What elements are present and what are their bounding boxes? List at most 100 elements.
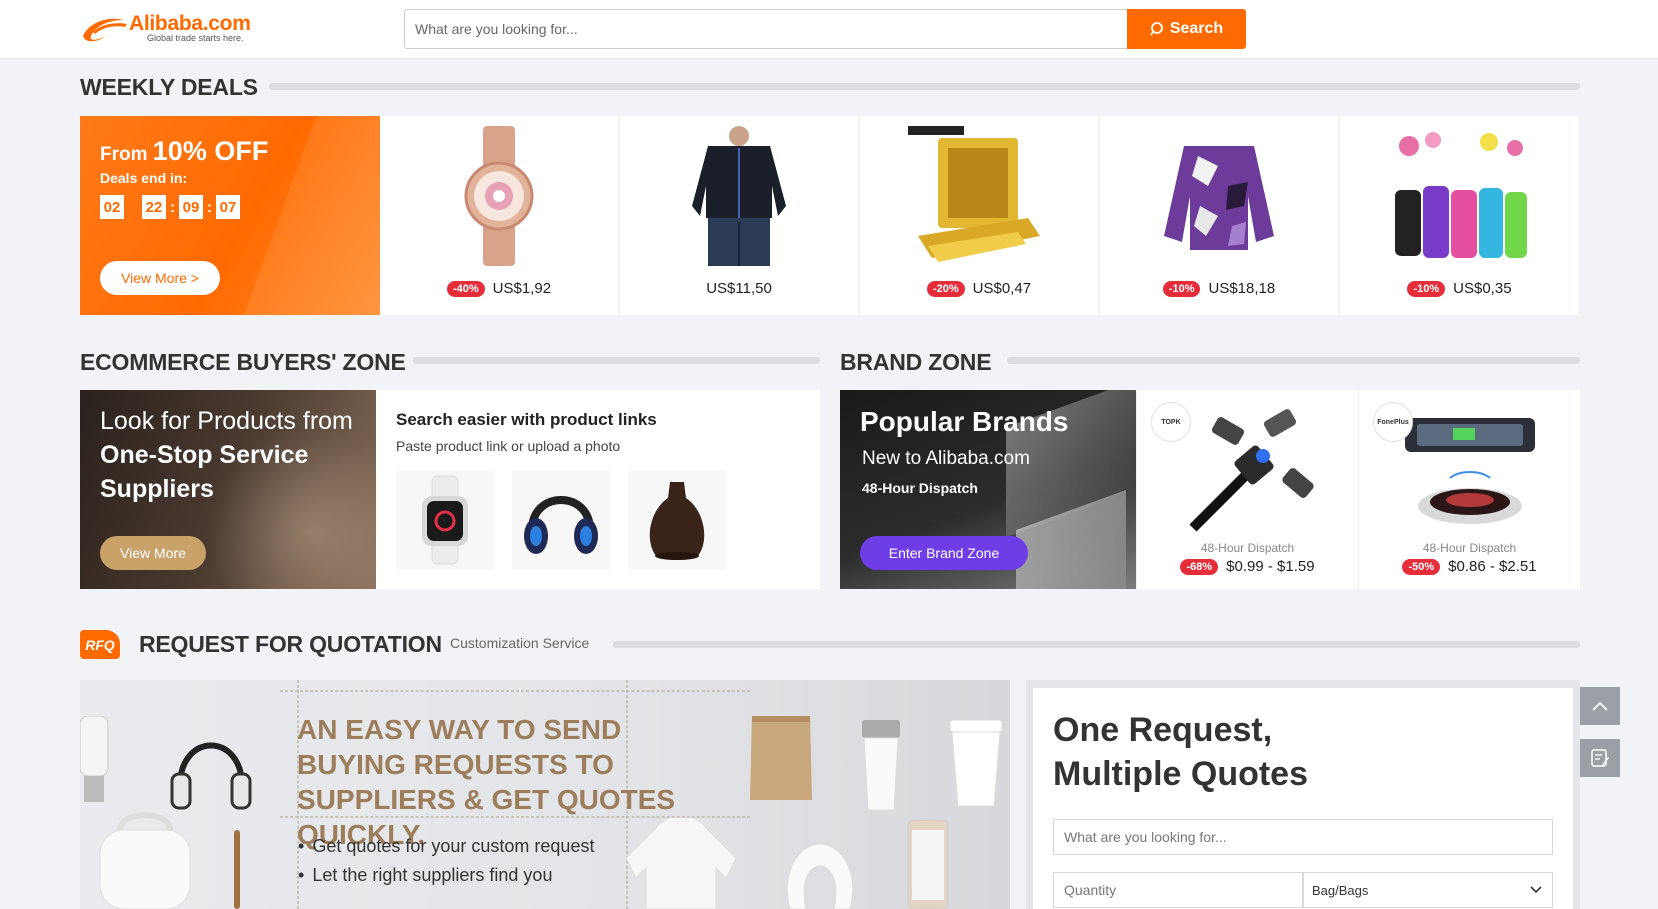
brand-product-card[interactable]: FonePlus 48-Hour Dispatch -50% $0.86 - $… bbox=[1358, 390, 1580, 589]
brand-hero-subtitle: New to Alibaba.com bbox=[862, 448, 1030, 469]
diffuser-thumbnail[interactable] bbox=[628, 470, 726, 570]
search-button[interactable]: Search bbox=[1127, 9, 1246, 49]
tumbler-product-image bbox=[862, 720, 900, 811]
feedback-button[interactable] bbox=[1580, 739, 1620, 777]
ecommerce-hero-line3: Suppliers bbox=[100, 475, 214, 503]
product-price-row: -50% $0.86 - $2.51 bbox=[1359, 558, 1580, 575]
product-price: $0.99 - $1.59 bbox=[1226, 558, 1315, 575]
magnetic-cable-product-image bbox=[1189, 409, 1314, 532]
smartwatch-icon bbox=[422, 475, 468, 565]
rfq-unit-selected: Bag/Bags bbox=[1312, 882, 1369, 898]
rfq-title: REQUEST FOR QUOTATION bbox=[139, 631, 442, 657]
backpack-product-image bbox=[99, 812, 191, 909]
rfq-subtitle[interactable]: Customization Service bbox=[450, 635, 589, 651]
headset-thumbnail[interactable] bbox=[512, 470, 610, 570]
chevron-down-icon bbox=[1530, 886, 1542, 894]
search-input[interactable] bbox=[404, 9, 1127, 49]
chevron-up-icon bbox=[1592, 701, 1608, 711]
bulb-product-image bbox=[80, 716, 109, 802]
deal-price-row: -40% US$1,92 bbox=[380, 280, 618, 297]
deal-price-row: -10% US$18,18 bbox=[1100, 280, 1338, 297]
timer-colon: : bbox=[170, 198, 175, 216]
towels-product-image bbox=[1394, 132, 1527, 258]
rfq-quantity-input[interactable] bbox=[1053, 872, 1303, 908]
rfq-form: One Request, Multiple Quotes Bag/Bags bbox=[1033, 688, 1573, 909]
brand-zone-title: BRAND ZONE bbox=[840, 349, 992, 375]
rfq-banner[interactable]: AN EASY WAY TO SEND BUYING REQUESTS TO S… bbox=[80, 680, 1010, 909]
countdown-timer: 02 22 : 09 : 07 bbox=[100, 195, 240, 219]
search-bar: Search bbox=[404, 9, 1246, 49]
discount-badge: -50% bbox=[1402, 558, 1441, 575]
weekly-deals-title: WEEKLY DEALS bbox=[80, 74, 258, 100]
product-link-search-panel[interactable]: Search easier with product links Paste p… bbox=[376, 390, 820, 589]
rfq-bullet: Let the right suppliers find you bbox=[298, 865, 552, 886]
deal-card-towels[interactable]: -10% US$0,35 bbox=[1340, 116, 1580, 315]
deal-card-jacket[interactable]: US$11,50 bbox=[620, 116, 859, 315]
deal-price-row: -20% US$0,47 bbox=[860, 280, 1098, 297]
discount-badge: -40% bbox=[446, 280, 485, 297]
brand-hero-dispatch: 48-Hour Dispatch bbox=[862, 480, 978, 496]
rfq-unit-select[interactable]: Bag/Bags bbox=[1303, 872, 1553, 908]
section-divider bbox=[269, 83, 1580, 90]
timer-minutes: 09 bbox=[179, 195, 203, 219]
rfq-product-input[interactable] bbox=[1053, 819, 1553, 855]
promo-headline: From 10% OFF bbox=[100, 136, 268, 167]
deal-card-camo-jacket[interactable]: -10% US$18,18 bbox=[1100, 116, 1339, 315]
foneplus-brand-logo: FonePlus bbox=[1373, 402, 1413, 442]
timer-colon: : bbox=[207, 198, 212, 216]
deals-end-label: Deals end in: bbox=[100, 170, 188, 186]
deal-card-gold-bar[interactable]: -20% US$0,47 bbox=[860, 116, 1099, 315]
rfq-form-heading: One Request, Multiple Quotes bbox=[1053, 708, 1308, 796]
deal-price: US$18,18 bbox=[1208, 280, 1276, 297]
ecommerce-zone-title: ECOMMERCE BUYERS' ZONE bbox=[80, 349, 406, 375]
rfq-icon: RFQ bbox=[80, 630, 120, 659]
deal-price: US$11,50 bbox=[706, 280, 772, 297]
weekly-deals-promo[interactable]: From 10% OFF Deals end in: 02 22 : 09 : … bbox=[80, 116, 380, 315]
logo-tagline: Global trade starts here. bbox=[147, 33, 244, 43]
panel-heading: Search easier with product links bbox=[396, 410, 657, 429]
banner-guide-line bbox=[280, 690, 750, 692]
pouch-product-image bbox=[750, 716, 812, 800]
promo-from-label: From bbox=[100, 144, 148, 165]
headset-icon bbox=[524, 496, 598, 554]
top-header: Alibaba.com Global trade starts here. Se… bbox=[0, 0, 1658, 59]
deal-price: US$1,92 bbox=[492, 280, 552, 297]
ecommerce-view-more-button[interactable]: View More bbox=[100, 536, 206, 570]
section-divider bbox=[613, 641, 1580, 648]
camo-jacket-product-image bbox=[1164, 146, 1274, 250]
edit-icon bbox=[1591, 749, 1609, 767]
headphones-product-image bbox=[170, 742, 252, 810]
topk-brand-logo: TOPK bbox=[1151, 402, 1191, 442]
deal-card-watch[interactable]: -40% US$1,92 bbox=[380, 116, 619, 315]
section-divider bbox=[413, 357, 820, 364]
gold-bar-product-image bbox=[908, 126, 1040, 262]
ecommerce-hero[interactable]: Look for Products from One-Stop Service … bbox=[80, 390, 376, 589]
deal-price-row: US$11,50 bbox=[620, 280, 858, 297]
rfq-form-heading-line1: One Request, bbox=[1053, 711, 1273, 749]
alibaba-logo[interactable]: Alibaba.com Global trade starts here. bbox=[79, 12, 269, 46]
hoodie-product-image bbox=[625, 818, 737, 909]
phone-product-image bbox=[907, 820, 949, 909]
discount-badge: -20% bbox=[926, 280, 965, 297]
discount-badge: -10% bbox=[1162, 280, 1201, 297]
deal-price: US$0,35 bbox=[1453, 280, 1512, 297]
diffuser-icon bbox=[649, 482, 705, 560]
brand-product-card[interactable]: TOPK 48-Hour Dispatch -68% $0.99 - $1.59 bbox=[1136, 390, 1358, 589]
jacket-product-image bbox=[692, 126, 786, 266]
ecommerce-hero-line2: One-Stop Service bbox=[100, 441, 309, 469]
alibaba-swoosh-icon bbox=[83, 18, 127, 42]
view-more-deals-button[interactable]: View More > bbox=[100, 261, 220, 295]
brand-hero-title: Popular Brands bbox=[860, 406, 1069, 437]
smartwatch-thumbnail[interactable] bbox=[396, 470, 494, 570]
back-to-top-button[interactable] bbox=[1580, 687, 1620, 725]
search-icon bbox=[1150, 22, 1163, 36]
rfq-bullet: Get quotes for your custom request bbox=[298, 836, 594, 857]
brand-zone-hero[interactable]: Popular Brands New to Alibaba.com 48-Hou… bbox=[840, 390, 1136, 589]
timer-seconds: 07 bbox=[216, 195, 240, 219]
search-button-label: Search bbox=[1169, 20, 1224, 37]
wireless-charger-product-image bbox=[1405, 418, 1535, 524]
rfq-form-heading-line2: Multiple Quotes bbox=[1053, 755, 1308, 793]
promo-discount: 10% OFF bbox=[152, 136, 269, 166]
coffee-cup-product-image bbox=[949, 720, 1003, 807]
enter-brand-zone-button[interactable]: Enter Brand Zone bbox=[860, 536, 1028, 570]
